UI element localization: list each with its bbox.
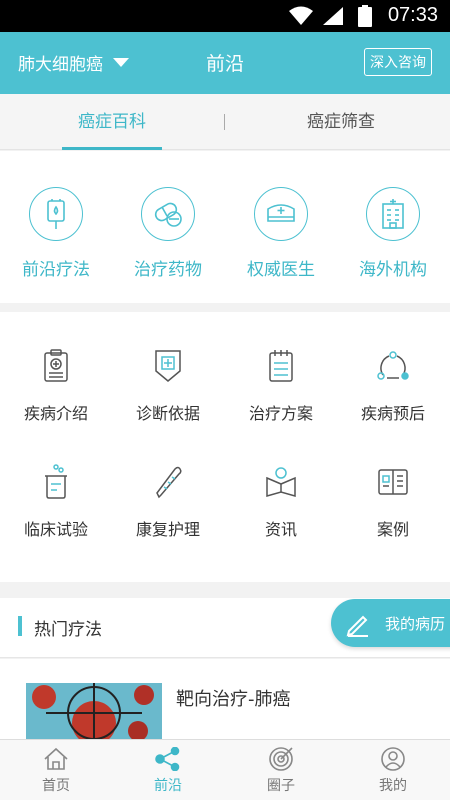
notepad-icon	[261, 346, 301, 386]
grid-item-news[interactable]: 资讯	[225, 462, 337, 540]
wifi-icon	[289, 6, 313, 25]
article-list-item[interactable]: 靶向治疗-肺癌	[0, 659, 450, 739]
category-frontier-therapy[interactable]: 前沿疗法	[0, 187, 112, 280]
category-label: 权威医生	[247, 260, 315, 280]
tab-active-indicator	[62, 147, 162, 150]
user-icon	[337, 746, 449, 772]
tabbar-item-home[interactable]: 首页	[0, 746, 112, 795]
category-label: 前沿疗法	[22, 260, 90, 280]
pen-icon	[346, 615, 368, 637]
tabbar-item-profile[interactable]: 我的	[337, 746, 449, 795]
tab-cancer-screening[interactable]: 癌症筛查	[286, 94, 396, 150]
nurse-cap-icon	[254, 187, 308, 241]
grid-item-label: 疾病介绍	[23, 404, 88, 423]
medical-report-icon	[36, 346, 76, 386]
grid-item-treatment-plan[interactable]: 治疗方案	[225, 346, 337, 424]
tab-divider	[224, 114, 225, 130]
top-tabs: 癌症百科 癌症筛查	[0, 94, 450, 150]
tabbar-label: 首页	[42, 778, 70, 794]
pill-icon	[141, 187, 195, 241]
category-label: 海外机构	[359, 260, 427, 280]
my-records-label: 我的病历	[385, 615, 446, 633]
my-records-button[interactable]: 我的病历	[331, 599, 450, 647]
tab-label: 癌症筛查	[307, 112, 375, 132]
grid-item-clinical-trials[interactable]: 临床试验	[0, 462, 112, 540]
grid-item-disease-intro[interactable]: 疾病介绍	[0, 346, 112, 424]
iv-bag-icon	[29, 187, 83, 241]
category-section: 前沿疗法 治疗药物 权威医生 海外机构	[0, 151, 450, 303]
consult-button[interactable]: 深入咨询	[364, 48, 432, 76]
category-treatment-drugs[interactable]: 治疗药物	[112, 187, 224, 280]
cycle-icon	[373, 346, 413, 386]
hospital-icon	[366, 187, 420, 241]
home-icon	[0, 746, 112, 772]
thermometer-icon	[148, 462, 188, 502]
share-nodes-icon	[112, 746, 224, 772]
case-book-icon	[373, 462, 413, 502]
grid-item-label: 治疗方案	[248, 404, 313, 423]
grid-item-label: 诊断依据	[135, 404, 200, 423]
category-authoritative-doctors[interactable]: 权威医生	[225, 187, 337, 280]
grid-item-disease-prognosis[interactable]: 疾病预后	[337, 346, 449, 424]
grid-item-label: 资讯	[264, 520, 297, 539]
shield-cross-icon	[148, 346, 188, 386]
tabbar-item-frontier[interactable]: 前沿	[112, 746, 224, 795]
beaker-icon	[36, 462, 76, 502]
tab-cancer-encyclopedia[interactable]: 癌症百科	[62, 94, 162, 150]
category-label: 治疗药物	[134, 260, 202, 280]
tabbar-label: 前沿	[154, 778, 182, 794]
grid-item-rehab-care[interactable]: 康复护理	[112, 462, 224, 540]
feature-grid: 疾病介绍 诊断依据 治疗方案 疾病预后 临床试验 康复护理 资讯 案例	[0, 312, 450, 582]
grid-item-label: 案例	[376, 520, 409, 539]
grid-item-cases[interactable]: 案例	[337, 462, 449, 540]
tab-label: 癌症百科	[78, 112, 146, 132]
tabbar-item-circle[interactable]: 圈子	[225, 746, 337, 795]
grid-item-label: 疾病预后	[360, 404, 425, 423]
status-time: 07:33	[387, 4, 438, 26]
news-icon	[261, 462, 301, 502]
battery-icon	[358, 5, 372, 27]
target-icon	[225, 746, 337, 772]
grid-item-label: 临床试验	[23, 520, 88, 539]
article-title: 靶向治疗-肺癌	[176, 689, 291, 710]
grid-item-diagnosis-basis[interactable]: 诊断依据	[112, 346, 224, 424]
section-title: 热门疗法	[34, 620, 102, 640]
tabbar-label: 圈子	[267, 778, 295, 794]
status-bar: 07:33	[0, 0, 450, 32]
signal-icon	[323, 7, 343, 25]
app-header: 肺大细胞癌 前沿 深入咨询	[0, 32, 450, 94]
tabbar-label: 我的	[379, 778, 407, 794]
category-overseas-institutions[interactable]: 海外机构	[337, 187, 449, 280]
section-accent-bar	[18, 616, 22, 636]
article-thumbnail	[26, 683, 162, 739]
grid-item-label: 康复护理	[135, 520, 200, 539]
bottom-tab-bar: 首页 前沿 圈子 我的	[0, 739, 450, 800]
